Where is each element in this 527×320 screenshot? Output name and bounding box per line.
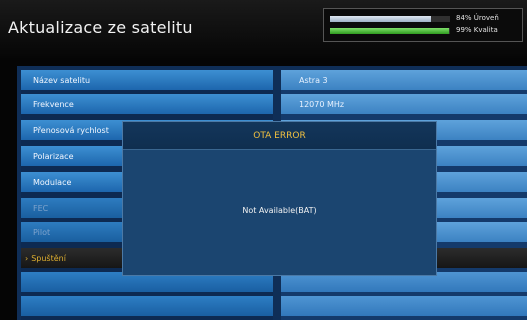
menu-item-frequency[interactable]: Frekvence xyxy=(21,94,273,114)
tv-screen: Aktualizace ze satelitu 84% Úroveň 99% K… xyxy=(0,0,527,320)
level-label: 84% Úroveň xyxy=(456,14,499,22)
menu-item-label: Přenosová rychlost xyxy=(33,125,109,135)
signal-panel: 84% Úroveň 99% Kvalita xyxy=(323,8,523,42)
menu-item-label: FEC xyxy=(33,203,49,213)
quality-label: 99% Kvalita xyxy=(456,26,498,34)
menu-item-label: Spuštění xyxy=(31,253,66,263)
menu-item-label: Název satelitu xyxy=(33,75,91,85)
page-title: Aktualizace ze satelitu xyxy=(8,18,193,37)
menu-item-label: Frekvence xyxy=(33,99,74,109)
ota-error-dialog[interactable]: OTA ERROR Not Available(BAT) xyxy=(122,121,437,276)
value-satellite-name: Astra 3 xyxy=(281,70,527,90)
dialog-title: OTA ERROR xyxy=(123,122,436,150)
quality-bar xyxy=(330,28,450,34)
menu-item-label: Pilot xyxy=(33,227,51,237)
value-text: Astra 3 xyxy=(299,75,328,85)
dialog-message: Not Available(BAT) xyxy=(242,206,317,215)
quality-bar-fill xyxy=(330,28,449,34)
menu-item-label: Modulace xyxy=(33,177,72,187)
value-frequency: 12070 MHz xyxy=(281,94,527,114)
empty-row xyxy=(21,296,273,316)
empty-row xyxy=(281,296,527,316)
menu-item-satellite-name[interactable]: Název satelitu xyxy=(21,70,273,90)
menu-item-label: Polarizace xyxy=(33,151,74,161)
level-bar xyxy=(330,16,450,22)
value-text: 12070 MHz xyxy=(299,99,345,109)
level-bar-fill xyxy=(330,16,431,22)
selection-arrow-icon: › xyxy=(25,253,29,263)
